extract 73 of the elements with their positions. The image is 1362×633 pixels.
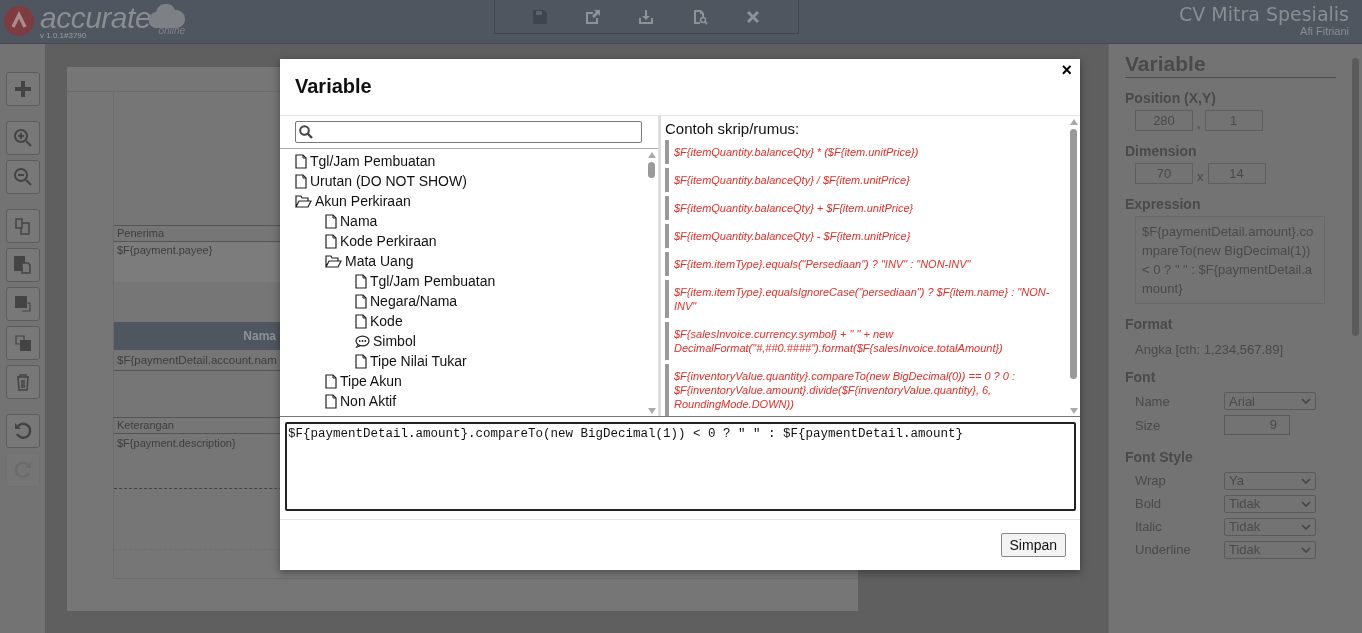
zoom-out-button[interactable] [5,160,40,194]
chevron-icon [1301,500,1311,507]
expression-field[interactable]: $F{paymentDetail.amount}.compareTo(new BigDecimal(1)) < 0 ? " " : $F{paymentDetail.amount} [285,422,1076,511]
add-button[interactable] [5,72,40,106]
close-button[interactable]: × [1061,61,1072,79]
tree-item[interactable]: Negara/Nama [370,293,458,309]
copy-button[interactable] [5,209,40,243]
chevron-icon [1301,523,1311,530]
example-formula[interactable]: $F{inventoryValue.quantity}.compareTo(new BigDecimal(0)) == 0 ? 0 : $F{inventoryValue.amount}.divide($F{inventoryValue.quantity}, 6, RoundingMode.DOWN)) [665,364,1067,416]
separator-text: , [1197,116,1201,131]
file-icon [325,393,337,409]
chevron-icon [1301,546,1311,553]
scroll-thumb[interactable] [648,162,655,178]
send-back-icon [12,333,33,353]
tree-item[interactable]: Tipe Nilai Tukar [370,353,467,369]
file-icon [295,153,307,169]
zoom-out-icon [12,167,33,187]
tree-item[interactable]: Non Aktif [340,393,397,409]
plus-icon [12,79,33,99]
file-icon [355,313,367,329]
logo-icon [4,6,34,36]
scroll-up-icon[interactable] [647,152,656,158]
tree-item[interactable]: Urutan (DO NOT SHOW) [310,173,467,189]
file-icon [355,273,367,289]
company-name: CV Mitra Spesialis [1179,3,1349,25]
paste-button[interactable] [5,248,40,282]
file-icon [325,233,337,249]
floppy-icon [531,8,548,25]
back-button[interactable] [5,326,40,360]
chevron-icon [1301,477,1311,484]
scroll-thumb[interactable] [1070,129,1077,379]
tree-item[interactable]: Tgl/Jam Pembuatan [370,273,496,289]
tree-item[interactable]: Kode Perkiraan [340,233,437,249]
file-icon [325,213,337,229]
file-icon [325,373,337,389]
undo-icon [12,421,33,441]
tree-item[interactable]: Nama [340,213,378,229]
search-field[interactable] [295,121,642,143]
tree-item[interactable]: Tipe Akun [340,373,402,389]
chevron-icon [1301,398,1311,404]
undo-button[interactable] [5,414,40,448]
save-button[interactable]: Simpan [1000,533,1066,557]
scroll-down-icon[interactable] [1069,408,1078,414]
paste-icon [12,255,33,275]
download-icon [638,8,655,25]
close-icon [745,8,762,25]
document-search-icon [691,8,708,25]
zoom-in-icon [12,128,33,148]
scroll-up-icon[interactable] [1069,119,1078,125]
examples-heading: Contoh skrip/rumus: [665,120,801,137]
variable-field[interactable]: $F{paymentDetail.account.nam [114,354,277,366]
logo-text: accurate [40,4,152,31]
scroll-thumb[interactable] [1352,58,1359,336]
tree-item[interactable]: Kode [370,313,403,329]
search-icon [299,125,313,139]
tree-item[interactable]: Simbol [373,333,416,349]
bring-front-icon [12,294,33,314]
comment-icon [355,334,370,348]
copy-icon [12,216,33,236]
front-button[interactable] [5,287,40,321]
tree-item[interactable]: Mata Uang [345,253,414,269]
tree-item[interactable]: Tgl/Jam Pembuatan [310,153,436,169]
zoom-in-button[interactable] [5,121,40,155]
file-icon [295,173,307,189]
dialog-title: Variable [295,75,372,98]
tree-item[interactable]: Akun Perkiraan [315,193,411,209]
export-icon [585,8,602,25]
cloud-icon [149,4,186,28]
file-icon [355,353,367,369]
delete-button[interactable] [5,365,40,399]
scroll-down-icon[interactable] [647,408,656,414]
file-icon [355,293,367,309]
user-name: Afi Fitriani [1300,25,1349,38]
